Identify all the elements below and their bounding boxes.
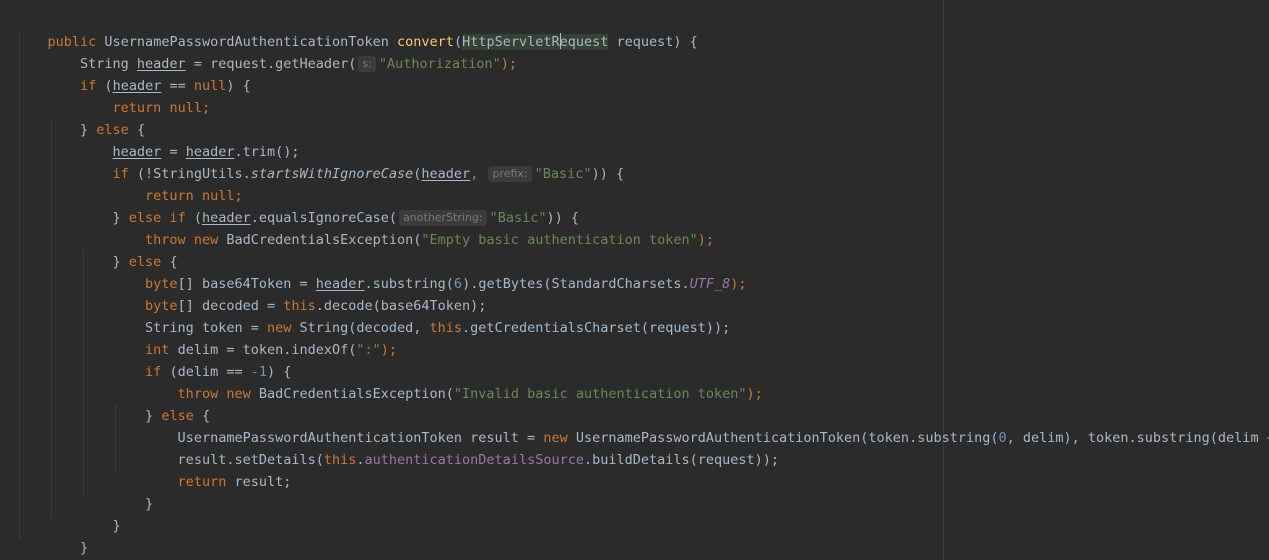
code-line-15[interactable]: int delim = token.indexOf(":");	[15, 317, 397, 358]
right-margin-guide	[943, 0, 944, 560]
code-line-13[interactable]: byte[] decoded = this.decode(base64Token…	[15, 273, 486, 314]
string-literal: "Invalid basic authentication token"	[453, 386, 747, 402]
code-text: );	[380, 342, 398, 358]
code-editor[interactable]: public UsernamePasswordAuthenticationTok…	[0, 0, 1269, 560]
code-line-3[interactable]: if (header == null) {	[15, 53, 251, 94]
variable-header: header	[421, 166, 471, 182]
code-text: .	[356, 452, 365, 468]
parameter-hint: prefix:	[488, 166, 532, 182]
code-text: );	[697, 232, 715, 248]
code-line-22[interactable]: }	[15, 471, 153, 512]
code-text: BadCredentialsException(	[226, 232, 422, 248]
string-literal: "Authorization"	[378, 56, 501, 72]
keyword: this	[429, 320, 463, 336]
code-text: );	[500, 56, 518, 72]
keyword: this	[323, 452, 357, 468]
code-line-24[interactable]: }	[15, 515, 88, 556]
code-text: .getCredentialsCharset(request));	[462, 320, 731, 336]
code-line-16[interactable]: if (delim == -1) {	[15, 339, 291, 380]
code-line-20[interactable]: result.setDetails(this.authenticationDet…	[15, 427, 780, 468]
static-constant: UTF_8	[689, 276, 731, 292]
static-method: startsWithIgnoreCase	[250, 166, 414, 182]
code-text: );	[746, 386, 763, 402]
code-line-7[interactable]: if (!StringUtils.startsWithIgnoreCase(he…	[15, 141, 624, 182]
code-text: BadCredentialsException(	[258, 386, 454, 402]
parameter-hint: s:	[358, 56, 376, 72]
number-literal: 0	[998, 430, 1007, 446]
code-line-18[interactable]: } else {	[15, 383, 210, 424]
string-literal: "Empty basic authentication token"	[421, 232, 698, 248]
code-line-5[interactable]: } else {	[15, 97, 145, 138]
code-line-17[interactable]: throw new BadCredentialsException("Inval…	[15, 361, 763, 402]
code-line-11[interactable]: } else {	[15, 229, 178, 270]
code-text: ,	[470, 166, 487, 182]
code-text: ) {	[226, 78, 251, 94]
code-text: )) {	[591, 166, 625, 182]
code-line-6[interactable]: header = header.trim();	[15, 119, 300, 160]
string-literal: ":"	[356, 342, 381, 358]
code-line-9[interactable]: } else if (header.equalsIgnoreCase(anoth…	[15, 185, 579, 226]
code-line-1[interactable]: public UsernamePasswordAuthenticationTok…	[15, 9, 698, 50]
code-line-4[interactable]: return null;	[15, 75, 211, 116]
code-line-8[interactable]: return null;	[15, 163, 243, 204]
code-line-14[interactable]: String token = new String(decoded, this.…	[15, 295, 730, 336]
code-text: ).getBytes(StandardCharsets.	[462, 276, 690, 292]
code-line-2[interactable]: String header = request.getHeader(s: "Aut…	[15, 31, 517, 72]
code-line-12[interactable]: byte[] base64Token = header.substring(6)…	[15, 251, 747, 292]
code-text: request) {	[608, 34, 698, 50]
code-text: , delim), token.substring(delim +	[1006, 430, 1269, 446]
code-line-19[interactable]: UsernamePasswordAuthenticationToken resu…	[15, 405, 1269, 446]
code-line-21[interactable]: return result;	[15, 449, 292, 490]
code-line-10[interactable]: throw new BadCredentialsException("Empty…	[15, 207, 714, 248]
code-line-25[interactable]: }	[15, 537, 56, 559]
code-text: );	[730, 276, 747, 292]
code-text: ;	[201, 100, 211, 116]
code-text: .buildDetails(request));	[583, 452, 780, 468]
string-literal: "Basic"	[534, 166, 592, 182]
keyword: null	[169, 100, 202, 116]
code-line-23[interactable]: }	[15, 493, 121, 534]
field-name: authenticationDetailsSource	[364, 452, 584, 468]
code-text: result;	[234, 474, 292, 490]
